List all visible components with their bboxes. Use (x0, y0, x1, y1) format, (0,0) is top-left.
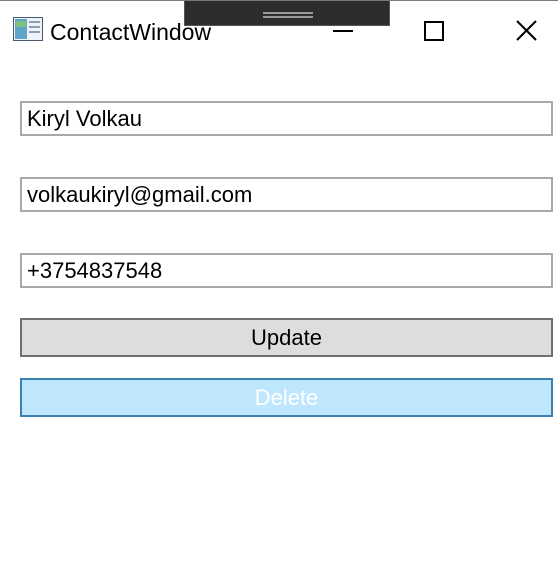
contact-window: ContactWindow Update Delete (0, 0, 558, 578)
title-bar[interactable]: ContactWindow (0, 1, 558, 45)
grip-line (263, 12, 313, 14)
update-button-label: Update (251, 325, 322, 350)
close-button[interactable] (504, 13, 550, 49)
update-button[interactable]: Update (20, 318, 553, 357)
maximize-button[interactable] (411, 13, 457, 49)
phone-field[interactable] (20, 253, 553, 288)
grip-line (263, 16, 313, 18)
minimize-button[interactable] (320, 13, 366, 49)
minimize-icon (333, 30, 353, 32)
email-field[interactable] (20, 177, 553, 212)
name-field[interactable] (20, 101, 553, 136)
close-icon (516, 20, 537, 41)
delete-button-label: Delete (254, 385, 319, 410)
delete-button[interactable]: Delete (20, 378, 553, 417)
maximize-icon (424, 21, 444, 41)
window-app-icon (13, 17, 43, 41)
